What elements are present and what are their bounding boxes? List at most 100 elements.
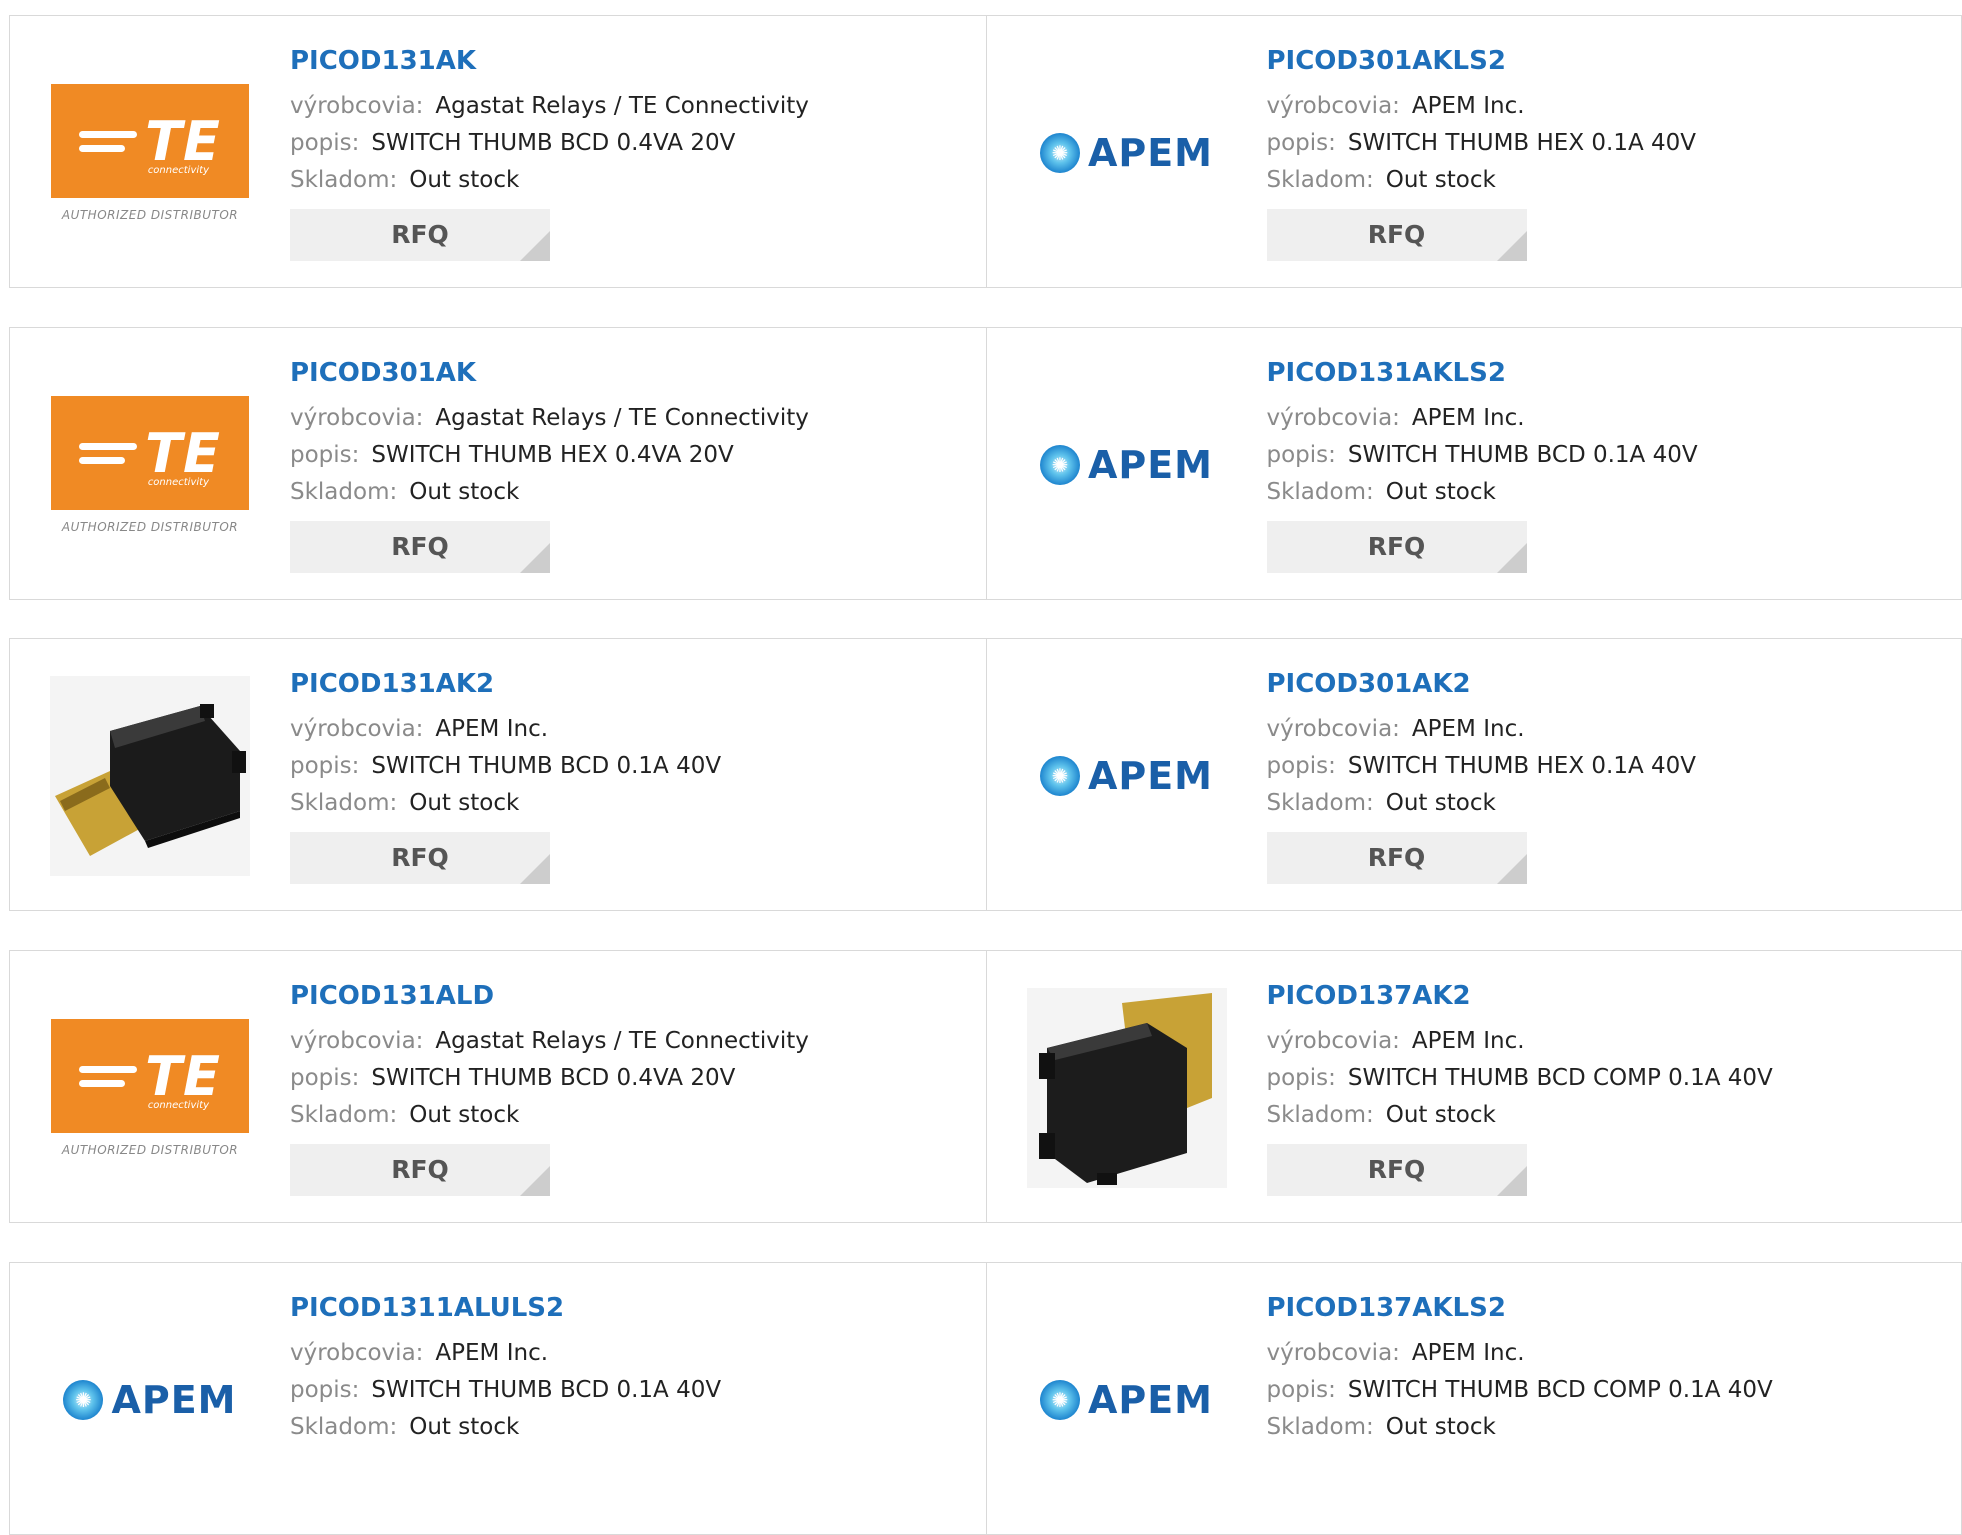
authorized-distributor-caption: AUTHORIZED DISTRIBUTOR <box>61 208 239 222</box>
part-number-link[interactable]: PICOD131AK <box>290 44 809 78</box>
stock-line: Skladom: Out stock <box>1267 1097 1773 1134</box>
rfq-button[interactable]: RFQ <box>1266 1144 1527 1196</box>
product-card: ✺ APEM PICOD301AK2 výrobcovia: APEM Inc. … <box>985 639 1962 910</box>
rfq-button[interactable]: RFQ <box>1266 209 1527 261</box>
product-image[interactable]: TE connectivity AUTHORIZED DISTRIBUTOR <box>50 53 250 253</box>
stock-line: Skladom: Out stock <box>290 1097 809 1134</box>
product-image[interactable]: TE connectivity AUTHORIZED DISTRIBUTOR <box>50 365 250 565</box>
product-info: PICOD131AK výrobcovia: Agastat Relays / T… <box>290 44 809 261</box>
manufacturer-value: Agastat Relays / TE Connectivity <box>435 93 809 119</box>
part-number-link[interactable]: PICOD137AK2 <box>1267 979 1773 1013</box>
rfq-button[interactable]: RFQ <box>1266 832 1527 884</box>
description-label: popis: <box>1266 130 1336 156</box>
rfq-label: RFQ <box>391 532 449 561</box>
apem-globe-icon: ✺ <box>1039 1380 1080 1420</box>
rfq-button[interactable]: RFQ <box>290 832 550 884</box>
stock-label: Skladom: <box>1266 1102 1374 1128</box>
description-label: popis: <box>290 1065 360 1091</box>
apem-globe-icon: ✺ <box>63 1380 104 1420</box>
product-image[interactable] <box>1026 988 1227 1188</box>
description-line: popis: SWITCH THUMB BCD 0.1A 40V <box>290 748 721 785</box>
manufacturer-value: Agastat Relays / TE Connectivity <box>435 405 809 431</box>
corner-fold-icon <box>520 543 550 573</box>
part-number-link[interactable]: PICOD301AK2 <box>1267 667 1697 701</box>
product-card: PICOD131AK2 výrobcovia: APEM Inc. popis: S… <box>10 639 986 910</box>
product-image[interactable] <box>50 676 250 876</box>
stock-label: Skladom: <box>290 479 398 505</box>
product-info: PICOD1311ALULS2 výrobcovia: APEM Inc. pop… <box>290 1291 721 1446</box>
product-card: TE connectivity AUTHORIZED DISTRIBUTOR P… <box>10 951 986 1222</box>
part-number-link[interactable]: PICOD1311ALULS2 <box>290 1291 721 1325</box>
rfq-button[interactable]: RFQ <box>1266 521 1527 573</box>
product-image[interactable]: TE connectivity AUTHORIZED DISTRIBUTOR <box>50 988 250 1188</box>
manufacturer-label: výrobcovia: <box>290 405 424 431</box>
stock-label: Skladom: <box>290 167 398 193</box>
product-info: PICOD301AKLS2 výrobcovia: APEM Inc. popis… <box>1266 44 1697 261</box>
product-image[interactable]: ✺ APEM <box>1027 676 1227 876</box>
part-number-link[interactable]: PICOD131AKLS2 <box>1267 356 1698 390</box>
corner-fold-icon <box>520 854 550 884</box>
product-info: PICOD137AK2 výrobcovia: APEM Inc. popis: S… <box>1266 979 1773 1196</box>
product-image[interactable]: ✺ APEM <box>1027 1300 1227 1500</box>
apem-logo: ✺ APEM <box>1039 131 1213 175</box>
authorized-distributor-caption: AUTHORIZED DISTRIBUTOR <box>61 1143 239 1157</box>
product-card: ✺ APEM PICOD131AKLS2 výrobcovia: APEM Inc… <box>985 328 1962 599</box>
description-label: popis: <box>1266 442 1336 468</box>
rfq-button[interactable]: RFQ <box>290 1144 550 1196</box>
stock-value: Out stock <box>1385 790 1496 816</box>
apem-globe-icon: ✺ <box>1039 756 1080 796</box>
description-value: SWITCH THUMB BCD 0.4VA 20V <box>371 130 736 156</box>
stock-line: Skladom: Out stock <box>290 162 809 199</box>
description-value: SWITCH THUMB BCD 0.1A 40V <box>371 753 722 779</box>
manufacturer-value: Agastat Relays / TE Connectivity <box>435 1028 809 1054</box>
manufacturer-label: výrobcovia: <box>290 93 424 119</box>
stock-label: Skladom: <box>290 1414 398 1440</box>
manufacturer-line: výrobcovia: APEM Inc. <box>1267 88 1697 125</box>
description-line: popis: SWITCH THUMB BCD COMP 0.1A 40V <box>1267 1372 1773 1409</box>
rfq-label: RFQ <box>1367 843 1426 872</box>
stock-line: Skladom: Out stock <box>1267 1409 1773 1446</box>
stock-value: Out stock <box>409 790 520 816</box>
product-row: TE connectivity AUTHORIZED DISTRIBUTOR P… <box>9 15 1962 288</box>
rfq-button[interactable]: RFQ <box>290 521 550 573</box>
rfq-label: RFQ <box>391 1155 449 1184</box>
description-label: popis: <box>290 442 360 468</box>
manufacturer-label: výrobcovia: <box>1266 716 1400 742</box>
manufacturer-line: výrobcovia: APEM Inc. <box>1267 1335 1773 1372</box>
product-info: PICOD301AK2 výrobcovia: APEM Inc. popis: S… <box>1266 667 1697 884</box>
stock-label: Skladom: <box>1266 1414 1374 1440</box>
rfq-button[interactable]: RFQ <box>290 209 550 261</box>
product-card: PICOD137AK2 výrobcovia: APEM Inc. popis: S… <box>985 951 1962 1222</box>
product-card: ✺ APEM PICOD301AKLS2 výrobcovia: APEM Inc… <box>985 16 1962 287</box>
corner-fold-icon <box>1496 231 1527 261</box>
part-number-link[interactable]: PICOD137AKLS2 <box>1267 1291 1773 1325</box>
manufacturer-label: výrobcovia: <box>1266 93 1400 119</box>
stock-line: Skladom: Out stock <box>290 1409 721 1446</box>
manufacturer-line: výrobcovia: APEM Inc. <box>1267 1023 1773 1060</box>
stock-line: Skladom: Out stock <box>290 474 809 511</box>
product-card: TE connectivity AUTHORIZED DISTRIBUTOR P… <box>10 16 986 287</box>
part-number-link[interactable]: PICOD131ALD <box>290 979 809 1013</box>
product-info: PICOD301AK výrobcovia: Agastat Relays / T… <box>290 356 809 573</box>
part-number-link[interactable]: PICOD131AK2 <box>290 667 721 701</box>
part-number-link[interactable]: PICOD301AK <box>290 356 809 390</box>
description-label: popis: <box>1266 1377 1336 1403</box>
description-label: popis: <box>290 130 360 156</box>
product-image[interactable]: ✺ APEM <box>1027 365 1227 565</box>
part-number-link[interactable]: PICOD301AKLS2 <box>1267 44 1697 78</box>
manufacturer-value: APEM Inc. <box>435 716 549 742</box>
product-info: PICOD131AKLS2 výrobcovia: APEM Inc. popis… <box>1266 356 1698 573</box>
manufacturer-label: výrobcovia: <box>1266 405 1400 431</box>
product-image[interactable]: ✺ APEM <box>1027 53 1227 253</box>
description-value: SWITCH THUMB BCD 0.1A 40V <box>1347 442 1698 468</box>
corner-fold-icon <box>520 1166 550 1196</box>
description-value: SWITCH THUMB BCD 0.4VA 20V <box>371 1065 736 1091</box>
description-value: SWITCH THUMB BCD COMP 0.1A 40V <box>1347 1065 1773 1091</box>
manufacturer-label: výrobcovia: <box>290 1340 424 1366</box>
manufacturer-label: výrobcovia: <box>290 716 424 742</box>
apem-globe-icon: ✺ <box>1039 133 1080 173</box>
product-info: PICOD131AK2 výrobcovia: APEM Inc. popis: S… <box>290 667 721 884</box>
manufacturer-value: APEM Inc. <box>1411 405 1525 431</box>
description-line: popis: SWITCH THUMB BCD 0.1A 40V <box>1267 437 1698 474</box>
product-image[interactable]: ✺ APEM <box>50 1300 250 1500</box>
